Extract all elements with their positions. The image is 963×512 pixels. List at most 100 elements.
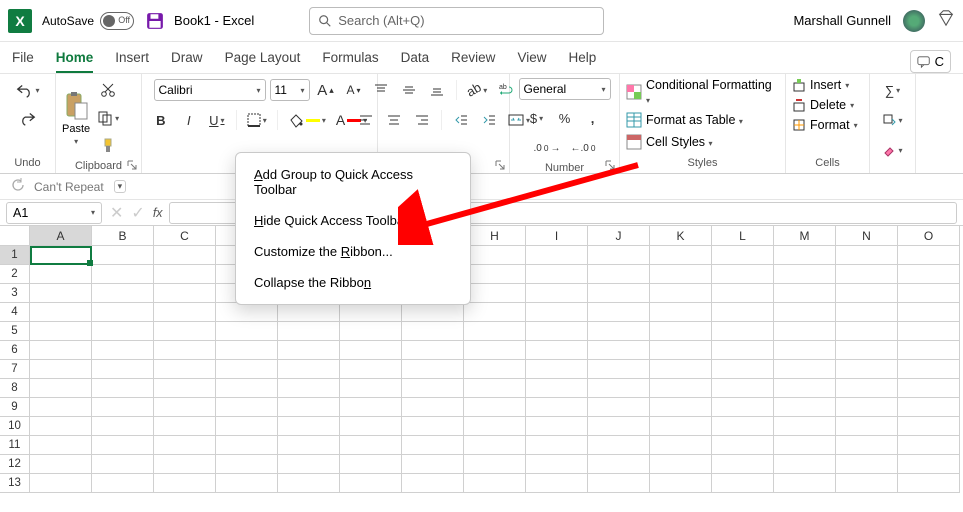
cell[interactable] — [278, 474, 340, 493]
increase-font-button[interactable]: A▴ — [314, 78, 338, 102]
cell[interactable] — [92, 455, 154, 474]
align-bottom-button[interactable] — [425, 78, 449, 102]
cell[interactable] — [340, 303, 402, 322]
save-icon[interactable] — [146, 12, 164, 30]
toggle-switch[interactable]: Off — [100, 12, 134, 30]
context-menu-item[interactable]: Add Group to Quick Access Toolbar — [236, 159, 470, 205]
cell[interactable] — [340, 398, 402, 417]
cell[interactable] — [774, 284, 836, 303]
cell[interactable] — [278, 398, 340, 417]
cell[interactable] — [464, 341, 526, 360]
font-name-combo[interactable]: Calibri▾ — [154, 79, 266, 101]
cell[interactable] — [340, 360, 402, 379]
cell[interactable] — [898, 265, 960, 284]
cell[interactable] — [92, 436, 154, 455]
cell[interactable] — [216, 322, 278, 341]
name-box[interactable]: A1 ▾ — [6, 202, 102, 224]
row-header[interactable]: 12 — [0, 455, 30, 474]
cell[interactable] — [712, 379, 774, 398]
cell[interactable] — [154, 417, 216, 436]
cell[interactable] — [30, 284, 92, 303]
tab-data[interactable]: Data — [401, 50, 430, 73]
cell[interactable] — [154, 246, 216, 265]
cell[interactable] — [30, 398, 92, 417]
cell[interactable] — [216, 303, 278, 322]
increase-decimal-button[interactable]: .00→ — [531, 136, 564, 160]
select-all-corner[interactable] — [0, 226, 30, 246]
cell[interactable] — [154, 360, 216, 379]
cell[interactable] — [650, 436, 712, 455]
align-top-button[interactable] — [369, 78, 393, 102]
cell[interactable] — [898, 436, 960, 455]
cell[interactable] — [898, 455, 960, 474]
cell[interactable] — [650, 341, 712, 360]
cell[interactable] — [340, 379, 402, 398]
cell[interactable] — [92, 322, 154, 341]
cell[interactable] — [774, 379, 836, 398]
cell[interactable] — [464, 474, 526, 493]
cell[interactable] — [216, 455, 278, 474]
cancel-formula-icon[interactable]: ✕ — [110, 203, 123, 223]
cell[interactable] — [774, 322, 836, 341]
row-header[interactable]: 11 — [0, 436, 30, 455]
cell[interactable] — [898, 474, 960, 493]
number-launcher[interactable] — [604, 158, 616, 170]
cell[interactable] — [278, 379, 340, 398]
cell[interactable] — [402, 379, 464, 398]
delete-cells-button[interactable]: Delete▾ — [792, 98, 854, 112]
cell[interactable] — [836, 246, 898, 265]
paste-button[interactable]: Paste ▾ — [62, 91, 90, 146]
cell[interactable] — [216, 417, 278, 436]
tab-insert[interactable]: Insert — [115, 50, 149, 73]
align-center-button[interactable] — [382, 108, 406, 132]
cell[interactable] — [774, 360, 836, 379]
orientation-button[interactable]: ab▾ — [464, 78, 490, 102]
cell[interactable] — [216, 398, 278, 417]
format-cells-button[interactable]: Format▾ — [792, 118, 858, 132]
insert-cells-button[interactable]: Insert▾ — [792, 78, 849, 92]
decrease-font-button[interactable]: A▾ — [342, 78, 366, 102]
column-header[interactable]: N — [836, 226, 898, 246]
cell[interactable] — [216, 360, 278, 379]
cell[interactable] — [588, 455, 650, 474]
cell[interactable] — [464, 379, 526, 398]
cell[interactable] — [154, 265, 216, 284]
border-button[interactable]: ▾ — [244, 108, 270, 132]
cell[interactable] — [92, 379, 154, 398]
cell[interactable] — [278, 341, 340, 360]
cell[interactable] — [836, 398, 898, 417]
cell[interactable] — [402, 360, 464, 379]
cell[interactable] — [836, 303, 898, 322]
tab-file[interactable]: File — [12, 50, 34, 73]
cell[interactable] — [650, 265, 712, 284]
qat-customize[interactable]: ▾ — [114, 180, 127, 193]
cell[interactable] — [588, 474, 650, 493]
cell[interactable] — [588, 417, 650, 436]
bold-button[interactable]: B — [149, 108, 173, 132]
cell[interactable] — [836, 360, 898, 379]
cell[interactable] — [92, 341, 154, 360]
number-format-combo[interactable]: General▾ — [519, 78, 611, 100]
cell[interactable] — [650, 455, 712, 474]
cell[interactable] — [650, 303, 712, 322]
cell[interactable] — [216, 379, 278, 398]
cell[interactable] — [464, 322, 526, 341]
cell[interactable] — [92, 474, 154, 493]
cell[interactable] — [526, 284, 588, 303]
format-as-table-button[interactable]: Format as Table ▾ — [626, 112, 743, 128]
decrease-decimal-button[interactable]: ←.00 — [568, 136, 599, 160]
cell[interactable] — [836, 455, 898, 474]
row-header[interactable]: 4 — [0, 303, 30, 322]
cell[interactable] — [92, 265, 154, 284]
cell[interactable] — [774, 455, 836, 474]
cell[interactable] — [588, 379, 650, 398]
cell[interactable] — [278, 322, 340, 341]
cell[interactable] — [464, 360, 526, 379]
cell[interactable] — [526, 417, 588, 436]
row-header[interactable]: 8 — [0, 379, 30, 398]
clipboard-launcher[interactable] — [126, 158, 138, 170]
cell[interactable] — [340, 417, 402, 436]
column-header[interactable]: A — [30, 226, 92, 246]
cell[interactable] — [402, 303, 464, 322]
cell[interactable] — [588, 322, 650, 341]
